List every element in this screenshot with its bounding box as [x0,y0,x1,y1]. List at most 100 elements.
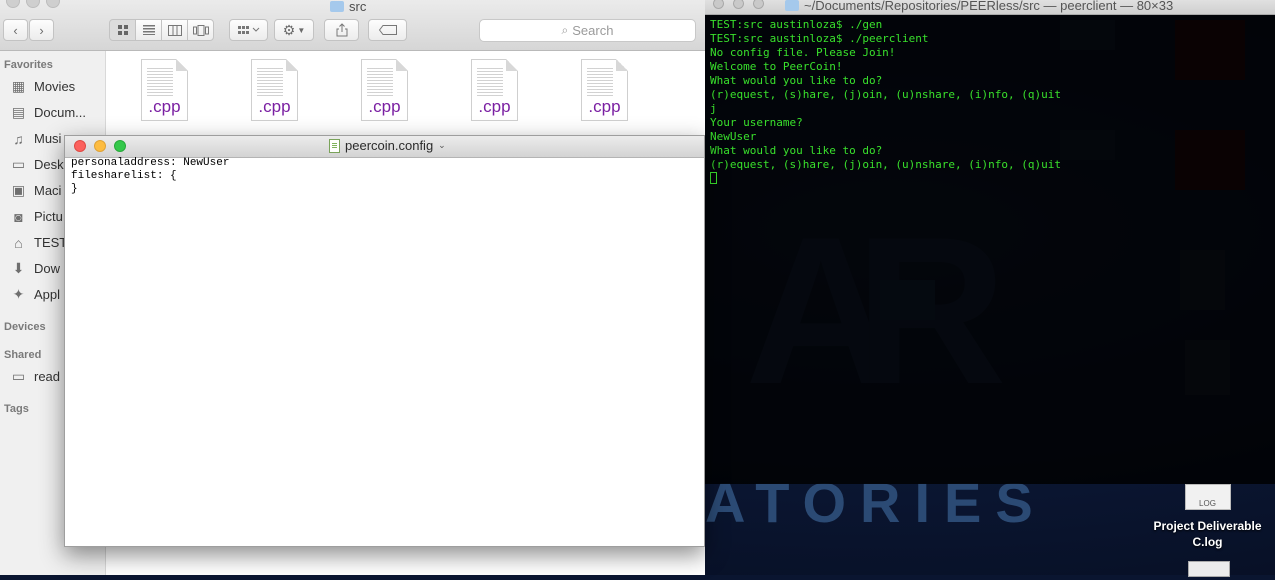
document-icon [329,138,340,153]
sidebar-item-label: read [34,369,61,384]
sidebar-item-applications[interactable]: ✦ Appl [10,286,61,302]
terminal-window-title: ~/Documents/Repositories/PEERless/src — … [785,0,1173,13]
list-icon [142,25,155,35]
sidebar-tags-header: Tags [4,403,29,415]
terminal-line: What would you like to do? [710,144,883,157]
columns-icon [167,24,182,36]
sidebar-item-music[interactable]: ♫ Musi [10,130,62,147]
textedit-window: peercoin.config ⌄ personaladdress: NewUs… [64,135,705,547]
camera-icon: ◙ [14,208,23,225]
sidebar-favorites-header: Favorites [4,59,53,71]
terminal-output: TEST:src austinloza$ ./gen TEST:src austi… [710,18,1061,186]
chevron-down-icon: ⌄ [438,140,446,150]
terminal-line: TEST:src austinloza$ ./peerclient [710,32,929,45]
textedit-window-title[interactable]: peercoin.config ⌄ [329,138,446,153]
sidebar-item-shared-read[interactable]: ▭ read [10,368,61,384]
action-gear-button[interactable]: ⚙ ▼ [274,19,314,41]
column-view-button[interactable] [161,19,188,41]
finder-minimize-button[interactable] [26,0,40,8]
coverflow-view-button[interactable] [187,19,214,41]
finder-toolbar: src ‹ › ⚙ ▼ ⌕ Search [0,0,705,51]
sidebar-item-label: Musi [34,131,62,146]
sidebar-item-label: Dow [34,261,61,276]
terminal-line: TEST:src austinloza$ ./gen [710,18,883,31]
terminal-close-button[interactable] [713,0,724,9]
cpp-file-icon[interactable]: .cpp [361,59,408,121]
chevron-right-icon: › [39,22,44,38]
terminal-line: (r)equest, (s)hare, (j)oin, (u)nshare, (… [710,88,1061,101]
textedit-titlebar: peercoin.config ⌄ [65,136,704,158]
terminal-title-text: ~/Documents/Repositories/PEERless/src — … [804,0,1174,13]
terminal-line: j [710,102,717,115]
home-icon: ⌂ [14,234,23,251]
sidebar-item-label: Pictu [34,209,63,224]
finder-close-button[interactable] [6,0,20,8]
sidebar-item-pictures[interactable]: ◙ Pictu [10,208,63,225]
chevron-down-icon: ▼ [297,25,306,35]
cpp-file-icon[interactable]: .cpp [251,59,298,121]
cpp-file-icon[interactable]: .cpp [581,59,628,121]
search-icon: ⌕ [561,23,569,37]
grid-icon [117,25,128,35]
sidebar-item-macintosh-hd[interactable]: ▣ Maci [10,182,62,198]
terminal-line: (r)equest, (s)hare, (j)oin, (u)nshare, (… [710,158,1061,171]
sidebar-item-label: TEST [34,235,68,250]
icon-view-button[interactable] [109,19,136,41]
textedit-zoom-button[interactable] [114,140,126,152]
download-icon: ⬇ [12,260,25,276]
share-button[interactable] [324,19,359,41]
film-icon: ▦ [11,78,26,94]
sidebar-item-home[interactable]: ⌂ TEST [10,234,68,251]
terminal-cursor [710,172,717,184]
tags-button[interactable] [368,19,407,41]
search-placeholder: Search [572,23,614,38]
finder-title-text: src [349,0,367,14]
arrange-button[interactable] [229,19,268,41]
folder-icon [330,1,344,12]
hard-drive-icon: ▣ [11,182,26,198]
textedit-title-text: peercoin.config [345,138,434,153]
file-extension-label: .cpp [368,97,401,116]
terminal-line: No config file. Please Join! [710,46,896,59]
terminal-window[interactable]: ~/Documents/Repositories/PEERless/src — … [705,0,1275,484]
terminal-line: NewUser [710,130,757,143]
tag-icon [378,25,397,35]
desktop-icon: ▭ [11,156,26,172]
sidebar-item-label: Docum... [34,105,87,120]
file-extension-label: .cpp [258,97,291,116]
textedit-minimize-button[interactable] [94,140,106,152]
list-view-button[interactable] [135,19,162,41]
terminal-line: Welcome to PeerCoin! [710,60,843,73]
documents-icon: ▤ [11,104,26,120]
monitor-icon: ▭ [11,368,26,384]
sidebar-item-desktop[interactable]: ▭ Desk [10,156,64,172]
sidebar-devices-header: Devices [4,321,46,333]
finder-zoom-button[interactable] [46,0,60,8]
search-field[interactable]: ⌕ Search [479,19,696,42]
applications-icon: ✦ [12,286,25,302]
arrange-grid-chevron-icon [237,26,259,34]
textedit-content[interactable]: personaladdress: NewUser filesharelist: … [71,157,229,196]
terminal-titlebar: ~/Documents/Repositories/PEERless/src — … [705,0,1275,15]
file-extension-label: .cpp [478,97,511,116]
terminal-line: Your username? [710,116,803,129]
back-button[interactable]: ‹ [3,19,28,41]
desktop-file-project-deliverable[interactable]: LOG Project Deliverable C.log [1140,484,1275,550]
textedit-close-button[interactable] [74,140,86,152]
file-extension-label: .cpp [148,97,181,116]
sidebar-item-label: Movies [34,79,76,94]
file-extension-label: .cpp [588,97,621,116]
sidebar-item-label: Appl [34,287,61,302]
cpp-file-icon[interactable]: .cpp [141,59,188,121]
sidebar-item-documents[interactable]: ▤ Docum... [10,104,87,120]
cpp-file-icon[interactable]: .cpp [471,59,518,121]
share-icon [336,23,347,37]
chevron-left-icon: ‹ [13,22,18,38]
terminal-minimize-button[interactable] [733,0,744,9]
sidebar-item-label: Maci [34,183,62,198]
forward-button[interactable]: › [29,19,54,41]
terminal-zoom-button[interactable] [753,0,764,9]
music-icon: ♫ [13,130,24,147]
sidebar-item-downloads[interactable]: ⬇ Dow [10,260,61,276]
sidebar-item-movies[interactable]: ▦ Movies [10,78,76,94]
